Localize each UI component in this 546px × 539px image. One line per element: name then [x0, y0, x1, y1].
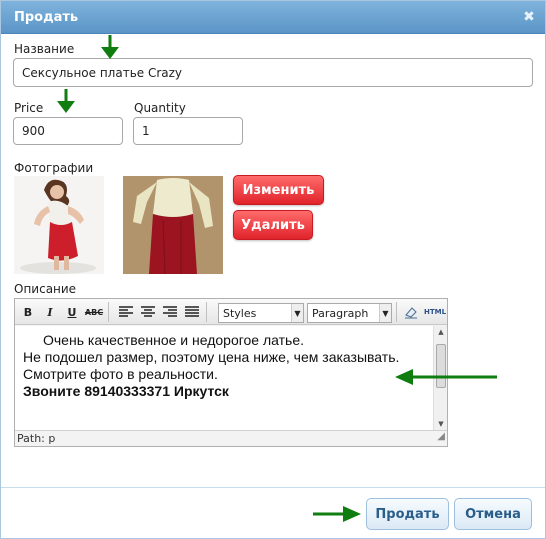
- resize-handle-icon[interactable]: ◢: [437, 429, 445, 445]
- styles-select-value: Styles: [223, 306, 257, 320]
- format-select[interactable]: Paragraph ▼: [307, 303, 392, 323]
- description-line: Не подошел размер, поэтому цена ниже, че…: [23, 349, 400, 365]
- description-line: Звоните 89140333371 Иркутск: [23, 383, 229, 399]
- price-input[interactable]: 900: [13, 117, 123, 145]
- description-line: Смотрите фото в реальности.: [23, 366, 218, 382]
- editor-toolbar: B I U ABC Styles ▼ Paragraph ▼ HTML: [15, 299, 447, 325]
- editor-path: Path: p: [17, 432, 56, 445]
- description-line: Очень качественное и недорогое латье.: [43, 332, 305, 348]
- cancel-button[interactable]: Отмена: [454, 498, 532, 530]
- editor-statusbar: Path: p ◢: [15, 430, 447, 446]
- html-source-button[interactable]: HTML: [424, 303, 446, 321]
- name-input-value: Сексульное платье Crazy: [22, 65, 183, 80]
- editor-content[interactable]: Очень качественное и недорогое латье. Не…: [15, 326, 433, 430]
- sell-dialog: Продать ✖ Название Сексульное платье Cra…: [0, 0, 546, 539]
- description-label: Описание: [14, 282, 77, 296]
- change-photo-button[interactable]: Изменить: [233, 175, 324, 205]
- close-icon[interactable]: ✖: [521, 9, 537, 25]
- quantity-input[interactable]: 1: [133, 117, 243, 145]
- toolbar-separator: [108, 302, 109, 322]
- name-label: Название: [14, 42, 75, 56]
- dialog-titlebar: Продать ✖: [1, 1, 545, 34]
- align-left-icon[interactable]: [117, 303, 135, 321]
- chevron-down-icon: ▼: [291, 304, 303, 322]
- italic-button[interactable]: I: [41, 303, 59, 321]
- dialog-title: Продать: [14, 10, 79, 25]
- styles-select[interactable]: Styles ▼: [218, 303, 304, 323]
- rich-text-editor: B I U ABC Styles ▼ Paragraph ▼ HTML Очен…: [14, 298, 448, 447]
- format-select-value: Paragraph: [312, 306, 369, 320]
- align-justify-icon[interactable]: [183, 303, 201, 321]
- quantity-input-value: 1: [142, 124, 150, 138]
- photo-dress: [123, 176, 223, 274]
- price-label: Price: [14, 101, 44, 115]
- arrow-down-icon: [57, 89, 75, 113]
- strikethrough-button[interactable]: ABC: [85, 303, 103, 321]
- arrow-right-icon: [313, 506, 361, 522]
- underline-button[interactable]: U: [63, 303, 81, 321]
- arrow-down-icon: [101, 35, 119, 59]
- sell-button[interactable]: Продать: [366, 498, 449, 530]
- align-right-icon[interactable]: [161, 303, 179, 321]
- eraser-icon[interactable]: [402, 303, 420, 321]
- footer-divider: [1, 487, 545, 488]
- delete-photo-button[interactable]: Удалить: [233, 210, 313, 240]
- chevron-down-icon: ▼: [379, 304, 391, 322]
- toolbar-separator: [206, 302, 207, 322]
- toolbar-separator: [396, 302, 397, 322]
- name-input[interactable]: Сексульное платье Crazy: [13, 58, 533, 87]
- quantity-label: Quantity: [134, 101, 186, 115]
- bold-button[interactable]: B: [19, 303, 37, 321]
- price-input-value: 900: [22, 124, 45, 138]
- align-center-icon[interactable]: [139, 303, 157, 321]
- photo-model: [14, 176, 104, 274]
- scroll-up-icon[interactable]: ▲: [434, 326, 448, 338]
- arrow-left-icon: [395, 369, 497, 385]
- photos-label: Фотографии: [14, 161, 94, 175]
